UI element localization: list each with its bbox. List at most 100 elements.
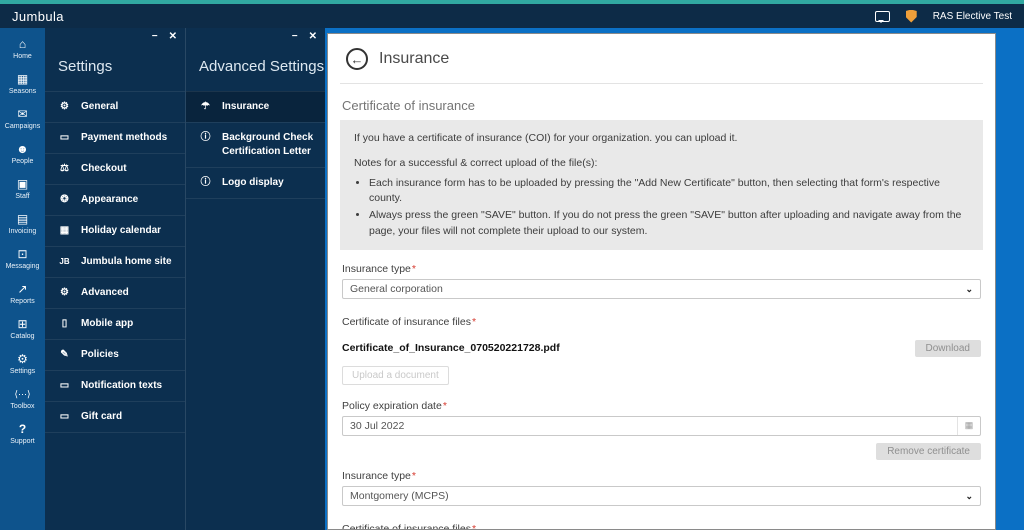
sidebar-item-catalog[interactable]: ⊞ Catalog (0, 317, 45, 340)
signature-icon: ✎ (60, 349, 69, 360)
expiration-date-input-1[interactable]: 30 Jul 2022 ▦ (342, 415, 981, 436)
settings-item-advanced[interactable]: ⚙ Advanced (45, 277, 185, 308)
insurance-form: Insurance type* General corporation ⌄ Ce… (340, 263, 983, 530)
remove-certificate-button[interactable]: Remove certificate (876, 442, 981, 460)
expiration-field-1: Policy expiration date* 30 Jul 2022 ▦ Re… (342, 400, 981, 460)
sidebar-item-home[interactable]: ⌂ Home (0, 37, 45, 60)
toolbox-icon: ⟨⋯⟩ (14, 389, 31, 399)
required-mark: * (471, 315, 477, 328)
settings-item-jumbula-home-site[interactable]: JB Jumbula home site (45, 246, 185, 277)
close-icon[interactable]: ✕ (169, 31, 177, 43)
advanced-menu: ☂ Insurance ⓘ Background Check Certifica… (186, 91, 325, 199)
settings-item-gift-card[interactable]: ▭ Gift card (45, 401, 185, 433)
advanced-panel-controls: − ✕ (292, 31, 317, 43)
advanced-item-background-check[interactable]: ⓘ Background Check Certification Letter (186, 122, 325, 167)
minimize-icon[interactable]: − (152, 31, 158, 43)
settings-item-holiday-calendar[interactable]: ▦ Holiday calendar (45, 215, 185, 246)
shield-icon[interactable] (905, 9, 917, 23)
jumbula-logo: Jumbula (12, 8, 64, 24)
certificate-block-1: Insurance type* General corporation ⌄ (342, 263, 981, 299)
info-bullets: Each insurance form has to be uploaded b… (354, 176, 969, 240)
sidebar-item-seasons[interactable]: ▦ Seasons (0, 72, 45, 95)
required-mark: * (442, 399, 447, 412)
upload-document-button[interactable]: Upload a document (342, 365, 449, 385)
advanced-item-logo-display[interactable]: ⓘ Logo display (186, 167, 325, 199)
insurance-type-select-2[interactable]: Montgomery (MCPS) ⌄ (342, 485, 981, 506)
chat-icon[interactable] (874, 10, 890, 23)
files-field-1: Certificate of insurance files* Certific… (342, 316, 981, 385)
certificate-file-name: Certificate_of_Insurance_070520221728.pd… (342, 342, 560, 354)
back-button[interactable]: ← (346, 48, 368, 70)
support-icon: ? (18, 422, 27, 436)
settings-menu: ⚙ General ▭ Payment methods ⚖ Checkout ❂… (45, 91, 185, 433)
card-icon: ▭ (59, 132, 70, 143)
insurance-type-label: Insurance type* (342, 262, 416, 275)
gear-icon: ⚙ (60, 287, 69, 298)
sidebar-item-toolbox[interactable]: ⟨⋯⟩ Toolbox (0, 387, 45, 410)
advanced-item-insurance[interactable]: ☂ Insurance (186, 91, 325, 122)
close-icon[interactable]: ✕ (309, 31, 317, 43)
files-label: Certificate of insurance files* (342, 523, 981, 530)
settings-item-notification-texts[interactable]: ▭ Notification texts (45, 370, 185, 401)
invoicing-icon: ▤ (16, 212, 29, 226)
section-title: Certificate of insurance (342, 98, 475, 113)
sidebar-item-support[interactable]: ? Support (0, 422, 45, 445)
appearance-icon: ❂ (60, 194, 69, 205)
sheet-header: ← Insurance (340, 44, 983, 70)
info-icon: ⓘ (200, 177, 211, 188)
insurance-type-select-1[interactable]: General corporation ⌄ (342, 278, 981, 299)
seasons-icon: ▦ (16, 72, 29, 86)
chevron-down-icon: ⌄ (965, 283, 973, 294)
sidebar-item-invoicing[interactable]: ▤ Invoicing (0, 212, 45, 235)
insurance-sheet: ← Insurance Certificate of insurance If … (327, 33, 996, 530)
account-name[interactable]: RAS Elective Test (933, 11, 1012, 22)
messaging-icon: ⊡ (17, 247, 28, 261)
settings-panel-controls: − ✕ (152, 31, 177, 43)
files-field-2: Certificate of insurance files* Certific… (342, 523, 981, 530)
settings-item-checkout[interactable]: ⚖ Checkout (45, 153, 185, 184)
minimize-icon[interactable]: − (292, 31, 298, 43)
people-icon: ☻ (16, 142, 29, 156)
download-button[interactable]: Download (914, 339, 981, 357)
insurance-type-label: Insurance type* (342, 469, 416, 482)
info-box: If you have a certificate of insurance (… (340, 120, 983, 250)
sidebar-item-staff[interactable]: ▣ Staff (0, 177, 45, 200)
expiration-label: Policy expiration date* (342, 399, 447, 412)
sidebar-item-settings[interactable]: ⚙ Settings (0, 352, 45, 375)
cart-icon: ⚖ (60, 163, 69, 174)
required-mark: * (411, 262, 416, 275)
files-label: Certificate of insurance files* (342, 315, 477, 328)
sidebar-item-messaging[interactable]: ⊡ Messaging (0, 247, 45, 270)
certificate-block-2: Insurance type* Montgomery (MCPS) ⌄ (342, 470, 981, 506)
info-line-1: If you have a certificate of insurance (… (354, 132, 738, 144)
settings-gear-icon: ⚙ (17, 352, 28, 366)
sidebar-item-campaigns[interactable]: ✉ Campaigns (0, 107, 45, 130)
home-icon: ⌂ (18, 37, 27, 51)
info-icon: ⓘ (200, 132, 211, 143)
phone-icon: ▯ (61, 318, 68, 329)
sidebar-item-reports[interactable]: ↗ Reports (0, 282, 45, 305)
back-arrow-icon: ← (350, 51, 364, 67)
settings-item-general[interactable]: ⚙ General (45, 91, 185, 122)
sidebar-item-people[interactable]: ☻ People (0, 142, 45, 165)
catalog-icon: ⊞ (17, 317, 28, 331)
settings-item-appearance[interactable]: ❂ Appearance (45, 184, 185, 215)
settings-item-mobile-app[interactable]: ▯ Mobile app (45, 308, 185, 339)
notification-card-icon: ▭ (59, 380, 70, 391)
advanced-settings-panel: − ✕ Advanced Settings ☂ Insurance ⓘ Back… (185, 28, 325, 530)
settings-item-policies[interactable]: ✎ Policies (45, 339, 185, 370)
info-bullet: Each insurance form has to be uploaded b… (369, 176, 969, 208)
main-area: ← Insurance Certificate of insurance If … (325, 28, 1024, 530)
jb-logo-icon: JB (59, 257, 70, 266)
gift-card-icon: ▭ (59, 411, 70, 422)
sidebar: ⌂ Home ▦ Seasons ✉ Campaigns ☻ People ▣ … (0, 28, 45, 530)
info-line-2: Notes for a successful & correct upload … (354, 156, 598, 169)
settings-item-payment-methods[interactable]: ▭ Payment methods (45, 122, 185, 153)
calendar-icon[interactable]: ▦ (957, 416, 980, 435)
header-divider (340, 83, 983, 84)
file-row: Certificate_of_Insurance_070520221728.pd… (342, 339, 981, 357)
insurance-type-value: Montgomery (MCPS) (350, 489, 449, 502)
required-mark: * (471, 522, 477, 530)
campaigns-icon: ✉ (17, 107, 28, 121)
calendar-icon: ▦ (59, 225, 70, 236)
